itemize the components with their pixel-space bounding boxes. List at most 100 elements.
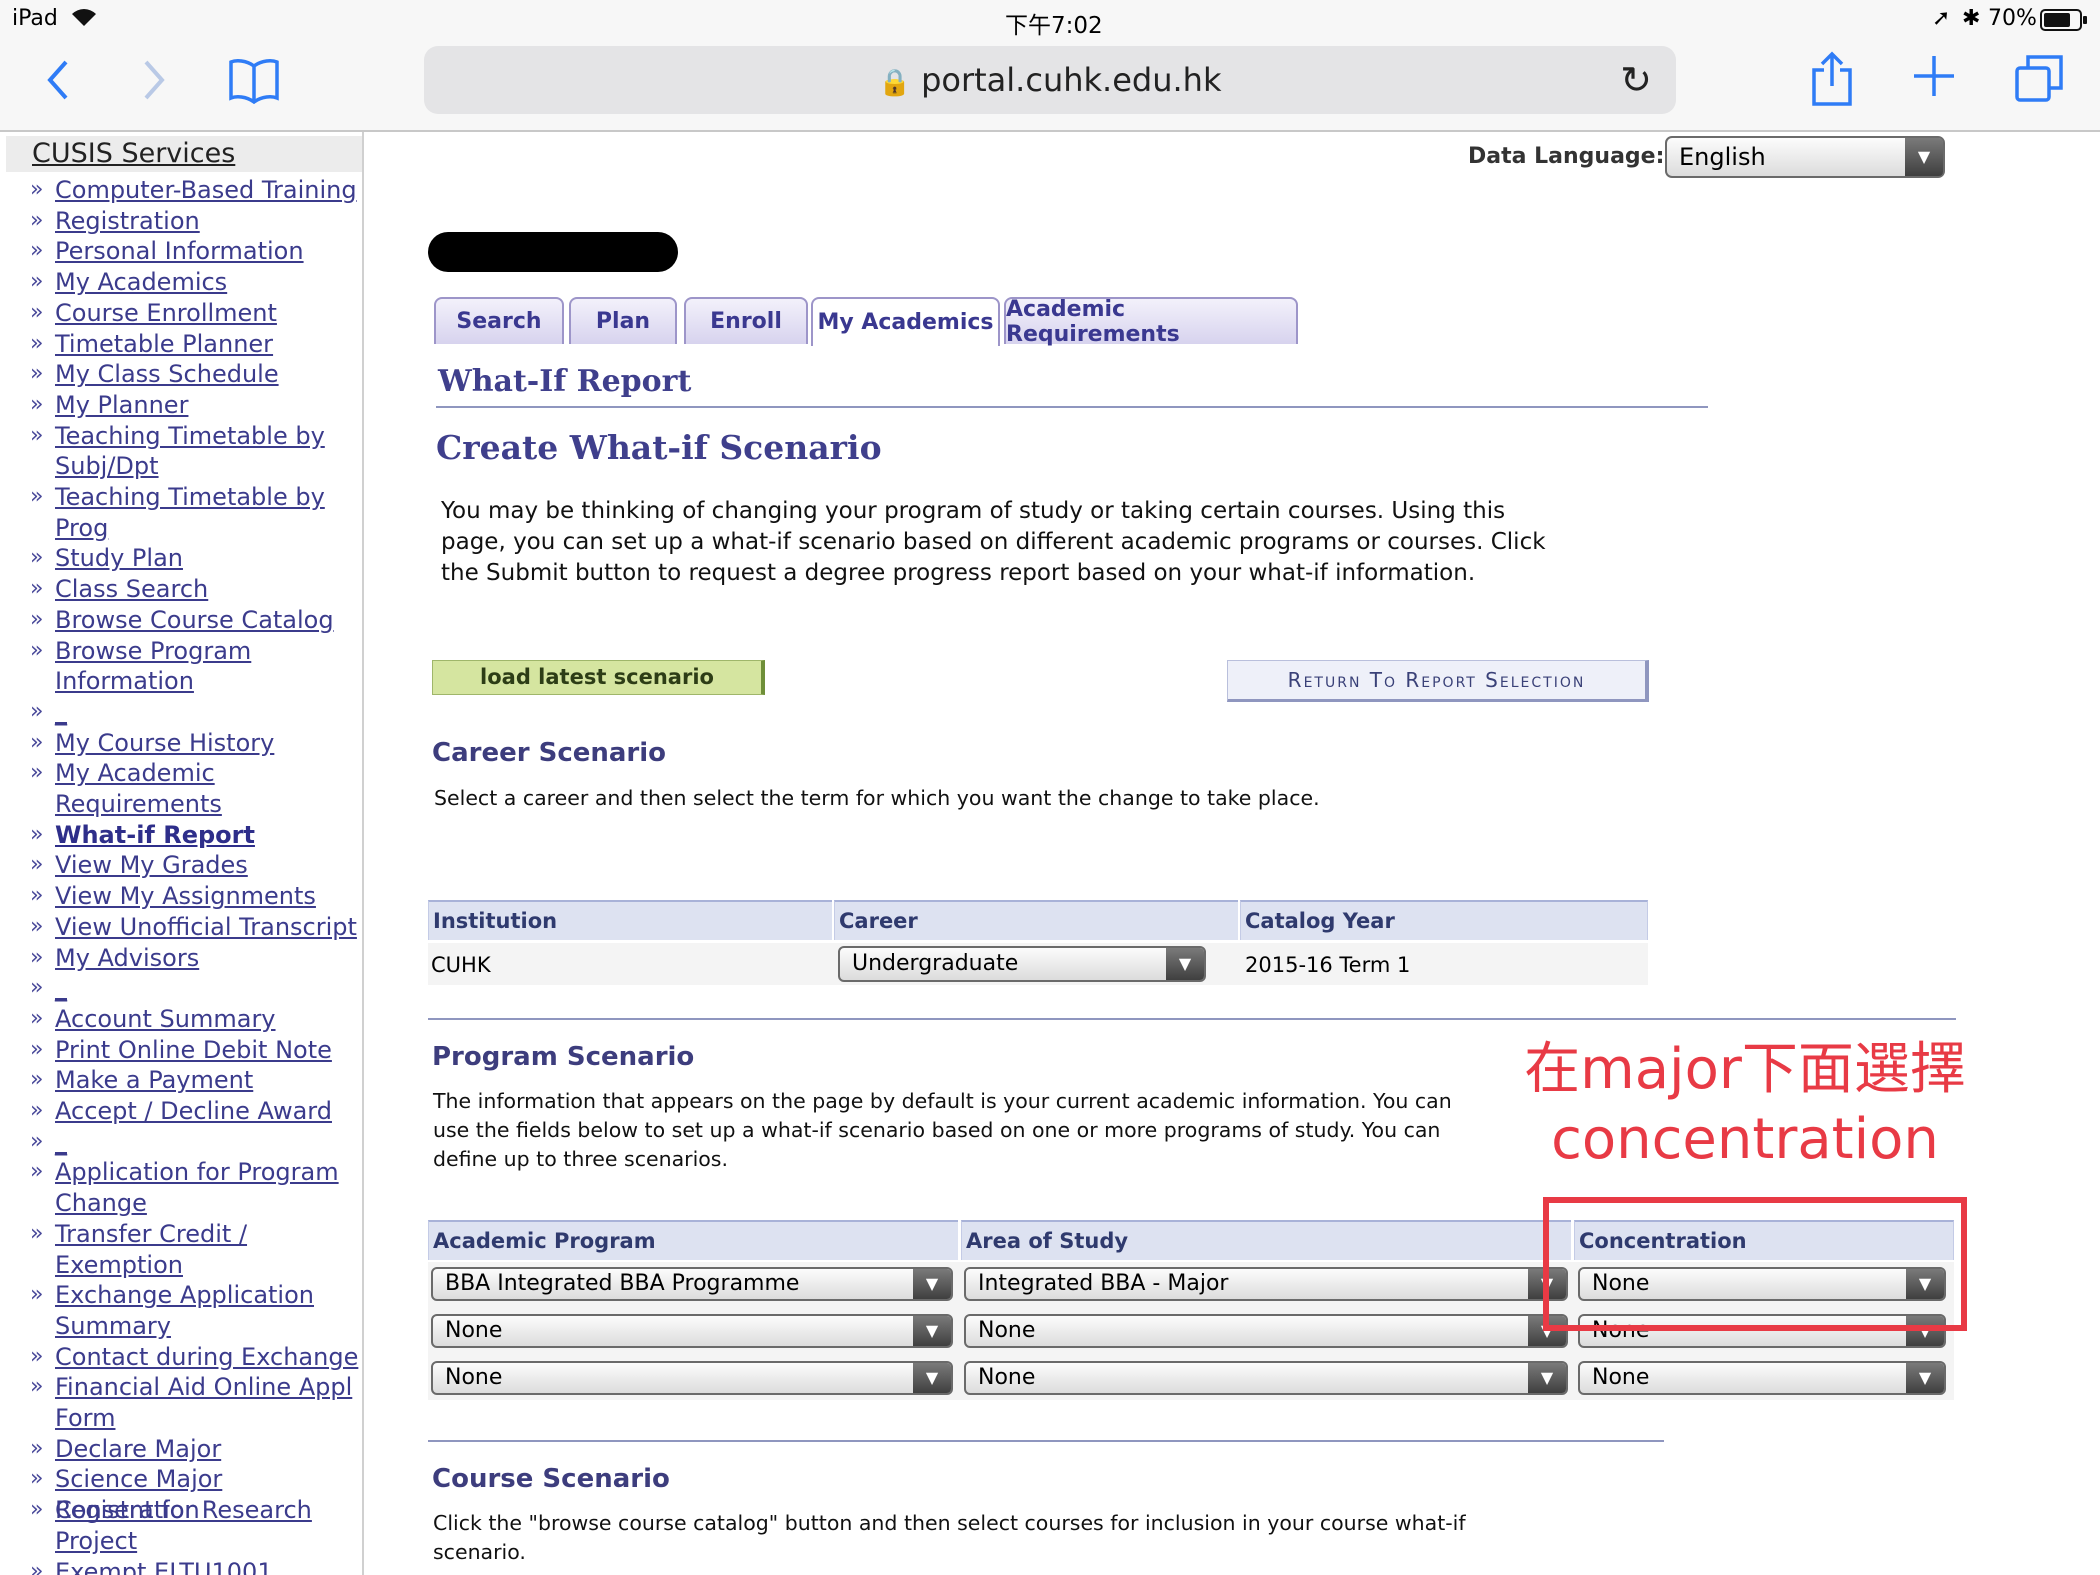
wifi-icon — [70, 6, 98, 34]
tab-search[interactable]: Search — [434, 297, 564, 344]
sidebar-item[interactable]: » Browse Program Information — [30, 636, 360, 697]
sidebar-item[interactable]: » Exchange Application Summary — [30, 1280, 360, 1341]
area-select[interactable]: None ▼ — [964, 1314, 1568, 1348]
sidebar-title[interactable]: CUSIS Services — [6, 136, 362, 172]
double-chevron-icon: » — [30, 361, 44, 387]
sidebar-item[interactable]: » _ — [30, 973, 360, 1004]
sidebar-item[interactable]: » Accept / Decline Award — [30, 1096, 360, 1127]
double-chevron-icon: » — [30, 238, 44, 264]
double-chevron-icon: » — [30, 913, 44, 939]
sidebar-item[interactable]: » Transfer Credit / Exemption — [30, 1219, 360, 1280]
sidebar-item[interactable]: » Course Enrollment — [30, 298, 360, 329]
sidebar-item[interactable]: » Application for Program Change — [30, 1157, 360, 1218]
area-select[interactable]: Integrated BBA - Major ▼ — [964, 1267, 1568, 1301]
sidebar-item[interactable]: » Registration — [30, 206, 360, 237]
sidebar-item-label: _ — [55, 697, 67, 726]
annotation-text-line2: concentration — [1551, 1107, 1939, 1172]
sidebar-item-label: Exempt ELTU1001 — [55, 1557, 273, 1575]
career-scenario-text: Select a career and then select the term… — [434, 786, 1320, 810]
sidebar-item[interactable]: » My Planner — [30, 390, 360, 421]
sidebar-item[interactable]: » Teaching Timetable by Prog — [30, 482, 360, 543]
sidebar-item[interactable]: » View My Grades — [30, 850, 360, 881]
sidebar-item-label: My Planner — [55, 390, 189, 419]
redacted-student-name — [428, 232, 678, 272]
sidebar-item-label: Consent for Research Project — [55, 1496, 312, 1555]
sidebar-item-label: Declare Major — [55, 1434, 222, 1463]
double-chevron-icon: » — [30, 1067, 44, 1093]
chevron-down-icon: ▼ — [1528, 1363, 1566, 1393]
sidebar-item[interactable]: » View My Assignments — [30, 881, 360, 912]
sidebar-item[interactable]: » Financial Aid Online Appl Form — [30, 1372, 360, 1433]
return-to-report-selection-button[interactable]: Return To Report Selection — [1227, 660, 1649, 702]
forward-icon[interactable] — [140, 56, 170, 112]
sidebar-item[interactable]: » My Advisors — [30, 943, 360, 974]
sidebar-item[interactable]: » _ — [30, 697, 360, 728]
browser-toolbar: 🔒 portal.cuhk.edu.hk ↻ — [0, 40, 2100, 132]
sidebar-item[interactable]: » Declare Major — [30, 1434, 360, 1465]
double-chevron-icon: » — [30, 1282, 44, 1308]
double-chevron-icon: » — [30, 330, 44, 356]
sidebar-item[interactable]: » My Academic Requirements — [30, 758, 360, 819]
sidebar-item[interactable]: » Study Plan — [30, 543, 360, 574]
sidebar-item-label: Financial Aid Online Appl Form — [55, 1373, 353, 1432]
sidebar-item[interactable]: » Make a Payment — [30, 1065, 360, 1096]
tab-plan[interactable]: Plan — [569, 297, 677, 344]
tab-academic-requirements[interactable]: Academic Requirements — [1004, 297, 1298, 347]
program-select[interactable]: BBA Integrated BBA Programme ▼ — [431, 1267, 953, 1301]
sidebar-item-label: Make a Payment — [55, 1066, 254, 1095]
sidebar-item[interactable]: » Consent for Research Project — [30, 1495, 360, 1556]
double-chevron-icon: » — [30, 422, 44, 448]
double-chevron-icon: » — [30, 299, 44, 325]
sidebar-item[interactable]: » Exempt ELTU1001 — [30, 1557, 360, 1575]
chevron-down-icon: ▼ — [1905, 138, 1943, 176]
double-chevron-icon: » — [30, 269, 44, 295]
data-language-label: Data Language: — [1468, 144, 1665, 169]
career-scenario-heading: Career Scenario — [432, 738, 667, 768]
tab-enroll[interactable]: Enroll — [684, 297, 808, 344]
bookmarks-icon[interactable] — [228, 56, 280, 112]
sidebar-item[interactable]: » What-if Report — [30, 820, 360, 851]
tab-my-academics[interactable]: My Academics — [811, 297, 1000, 346]
sidebar-item[interactable]: » _ — [30, 1127, 360, 1158]
program-select[interactable]: None ▼ — [431, 1361, 953, 1395]
sidebar-item[interactable]: » Computer-Based Training — [30, 175, 360, 206]
program-select-value: None — [445, 1318, 503, 1343]
sidebar-item[interactable]: » View Unofficial Transcript — [30, 912, 360, 943]
career-divider — [428, 1018, 1956, 1020]
data-language-select[interactable]: English ▼ — [1665, 136, 1945, 178]
sidebar-item-label: Personal Information — [55, 237, 304, 266]
sidebar-item[interactable]: » Timetable Planner — [30, 329, 360, 360]
program-select[interactable]: None ▼ — [431, 1314, 953, 1348]
career-select[interactable]: Undergraduate ▼ — [838, 946, 1206, 982]
sidebar-item[interactable]: » My Class Schedule — [30, 359, 360, 390]
sidebar-item[interactable]: » Browse Course Catalog — [30, 605, 360, 636]
sidebar-item[interactable]: » My Course History — [30, 728, 360, 759]
lock-icon: 🔒 — [878, 68, 911, 98]
sidebar-item[interactable]: » Personal Information — [30, 236, 360, 267]
reload-icon[interactable]: ↻ — [1620, 46, 1652, 114]
area-select[interactable]: None ▼ — [964, 1361, 1568, 1395]
intro-text: You may be thinking of changing your pro… — [441, 498, 1546, 586]
sidebar-item[interactable]: » My Academics — [30, 267, 360, 298]
clock: 下午7:02 — [1005, 13, 1103, 39]
address-bar[interactable]: 🔒 portal.cuhk.edu.hk ↻ — [424, 46, 1676, 114]
sidebar-item-label: My Academic Requirements — [55, 759, 222, 818]
share-icon[interactable] — [1810, 50, 1854, 114]
back-icon[interactable] — [42, 56, 72, 112]
sidebar-item[interactable]: » Teaching Timetable by Subj/Dpt — [30, 421, 360, 482]
sidebar-item[interactable]: » Print Online Debit Note — [30, 1035, 360, 1066]
device-name: iPad — [12, 6, 58, 31]
bluetooth-icon: ✱ — [1962, 6, 1981, 31]
tabs-icon[interactable] — [2014, 54, 2064, 110]
load-latest-scenario-button[interactable]: load latest scenario — [432, 660, 765, 695]
sidebar-item[interactable]: » Account Summary — [30, 1004, 360, 1035]
data-language-value: English — [1679, 143, 1766, 171]
sidebar-item-label: My Academics — [55, 268, 228, 297]
concentration-select[interactable]: None ▼ — [1578, 1361, 1946, 1395]
col-institution: Institution — [428, 900, 832, 940]
new-tab-icon[interactable] — [1912, 54, 1956, 106]
sidebar-item[interactable]: » Contact during Exchange — [30, 1342, 360, 1373]
double-chevron-icon: » — [30, 1036, 44, 1062]
sidebar-item[interactable]: » Class Search — [30, 574, 360, 605]
double-chevron-icon: » — [30, 729, 44, 755]
